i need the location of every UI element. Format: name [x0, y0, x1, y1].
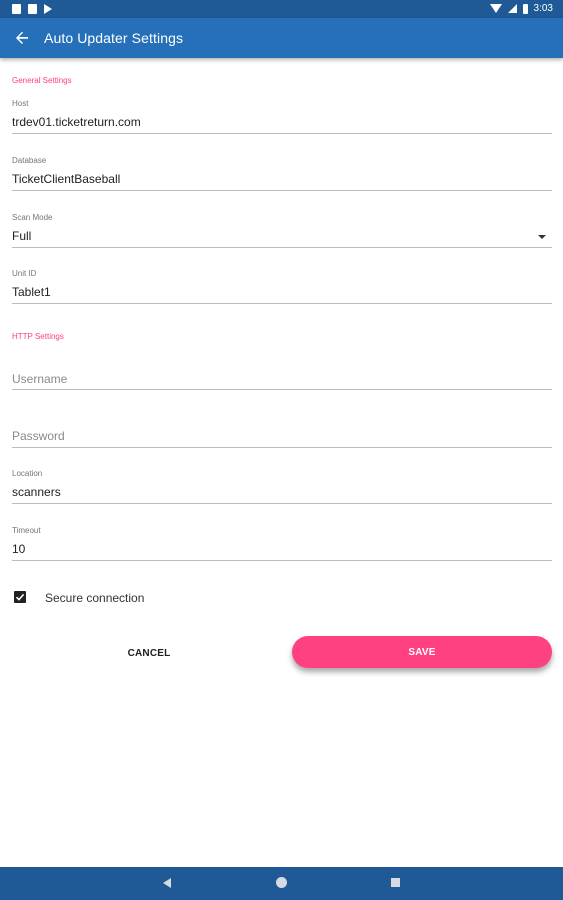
database-value: TicketClientBaseball: [12, 172, 121, 186]
page-title: Auto Updater Settings: [44, 30, 184, 46]
database-underline: [12, 190, 552, 191]
navigation-bar: [0, 867, 563, 900]
wifi-icon: [489, 4, 502, 13]
location-label: Location: [12, 469, 43, 478]
scan-mode-value: Full: [12, 229, 32, 243]
database-field[interactable]: Database TicketClientBaseball: [12, 156, 552, 191]
checkmark-icon: [15, 593, 25, 601]
notification-icon: [12, 4, 21, 14]
sd-card-icon: [28, 4, 37, 14]
timeout-field[interactable]: Timeout 10: [12, 526, 552, 561]
host-label: Host: [12, 99, 29, 108]
scan-mode-underline: [12, 247, 552, 248]
back-button[interactable]: [8, 24, 36, 52]
location-underline: [12, 503, 552, 504]
secure-connection-label: Secure connection: [45, 591, 145, 605]
password-field[interactable]: Password: [12, 429, 552, 448]
secure-connection-checkbox[interactable]: [14, 591, 26, 603]
username-placeholder: Username: [12, 372, 68, 386]
save-button[interactable]: SAVE: [292, 636, 552, 668]
battery-icon: [522, 3, 528, 14]
host-underline: [12, 133, 552, 134]
username-underline: [12, 389, 552, 390]
host-value: trdev01.ticketreturn.com: [12, 115, 141, 129]
dropdown-arrow-icon: [538, 235, 546, 239]
nav-back-icon[interactable]: [163, 878, 171, 888]
signal-icon: [507, 4, 517, 13]
unit-id-label: Unit ID: [12, 269, 37, 278]
unit-id-value: Tablet1: [12, 285, 51, 299]
nav-recents-icon[interactable]: [391, 878, 400, 887]
host-field[interactable]: Host trdev01.ticketreturn.com: [12, 99, 552, 134]
play-store-icon: [44, 4, 52, 14]
unit-id-field[interactable]: Unit ID Tablet1: [12, 269, 552, 304]
location-field[interactable]: Location scanners: [12, 469, 552, 504]
general-settings-header: General Settings: [12, 76, 72, 85]
database-label: Database: [12, 156, 47, 165]
arrow-back-icon: [16, 31, 28, 44]
timeout-value: 10: [12, 542, 26, 556]
nav-home-icon[interactable]: [276, 877, 287, 888]
timeout-underline: [12, 560, 552, 561]
username-field[interactable]: Username: [12, 372, 552, 390]
http-settings-header: HTTP Settings: [12, 332, 64, 341]
status-bar: 3:03: [0, 0, 563, 18]
app-bar: Auto Updater Settings: [0, 18, 563, 58]
status-time: 3:03: [533, 3, 553, 14]
unit-id-underline: [12, 303, 552, 304]
scan-mode-label: Scan Mode: [12, 213, 53, 222]
timeout-label: Timeout: [12, 526, 41, 535]
cancel-button[interactable]: CANCEL: [100, 637, 198, 669]
scan-mode-select[interactable]: Scan Mode Full: [12, 213, 552, 248]
location-value: scanners: [12, 485, 61, 499]
notification-icons: [12, 4, 52, 14]
password-underline: [12, 447, 552, 448]
system-status: 3:03: [489, 3, 553, 14]
password-placeholder: Password: [12, 429, 65, 443]
